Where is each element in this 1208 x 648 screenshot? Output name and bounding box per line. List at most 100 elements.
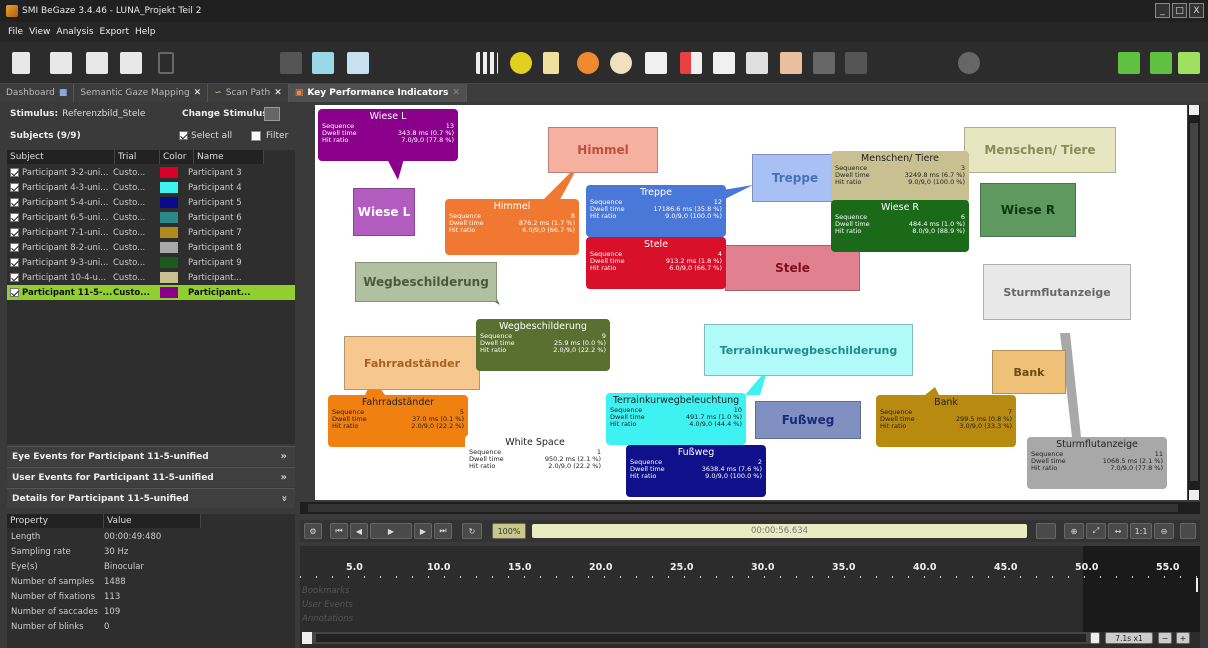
col-subject[interactable]: Subject xyxy=(7,150,115,164)
scroll-down-button[interactable] xyxy=(1189,490,1199,500)
grid-aoi-icon[interactable] xyxy=(713,52,735,74)
aoi-fahrradstaender[interactable]: Fahrradständer xyxy=(344,336,480,390)
kpi-box-terrain[interactable]: Terrainkurwegbeleuchtung Sequence 10 Dwell … xyxy=(606,393,746,445)
expand-icon[interactable]: » xyxy=(281,451,287,462)
aoi-bank[interactable]: Bank xyxy=(992,350,1066,394)
subject-row[interactable]: Participant 6-5-uni... Custo... Participan… xyxy=(7,210,295,225)
kpi-box-fahrrad[interactable]: Fahrradständer Sequence 5 Dwell time 37.0 ms… xyxy=(328,395,468,447)
camera-button[interactable] xyxy=(1036,523,1056,539)
details-section[interactable]: Details for Participant 11-5-unified» xyxy=(7,488,295,508)
scroll-up-button[interactable] xyxy=(1189,105,1199,115)
aoi-wiese-l[interactable]: Wiese L xyxy=(353,188,415,236)
eye-events-section[interactable]: Eye Events for Participant 11-5-unified» xyxy=(7,446,295,466)
subject-color-swatch[interactable] xyxy=(160,197,178,208)
menu-file[interactable]: File xyxy=(8,27,23,37)
kpi-box-fussweg[interactable]: Fußweg Sequence 2 Dwell time 3638.4 ms (7.6 … xyxy=(626,445,766,497)
col-trial[interactable]: Trial xyxy=(115,150,160,164)
save-icon[interactable] xyxy=(86,52,108,74)
tab-key-performance-indicators[interactable]: ▣ Key Performance Indicators ✕ xyxy=(288,84,467,102)
binning-chart-icon[interactable] xyxy=(780,52,802,74)
aoi-wegbeschilderung[interactable]: Wegbeschilderung xyxy=(355,262,497,302)
tab-scan-path[interactable]: ∽ Scan Path ✕ xyxy=(208,84,289,102)
book-icon[interactable] xyxy=(347,52,369,74)
subject-color-swatch[interactable] xyxy=(160,227,178,238)
subject-checkbox[interactable] xyxy=(10,213,19,222)
play-button[interactable]: ▶ xyxy=(370,523,412,539)
subject-checkbox[interactable] xyxy=(10,228,19,237)
grid-icon[interactable] xyxy=(476,52,498,74)
menu-analysis[interactable]: Analysis xyxy=(56,27,93,37)
close-tab-icon[interactable]: ✕ xyxy=(274,88,282,98)
kpi-box-himmel[interactable]: Himmel Sequence 8 Dwell time 876.2 ms (1.7 %… xyxy=(445,199,579,255)
close-button[interactable]: X xyxy=(1189,3,1204,18)
kpi-canvas[interactable]: Wiese L Himmel Treppe Menschen/ Tiere Wi… xyxy=(315,105,1187,500)
heatmap-icon[interactable] xyxy=(510,52,532,74)
aoi-sturmflutanzeige[interactable]: Sturmflutanzeige xyxy=(983,264,1131,320)
subject-color-swatch[interactable] xyxy=(160,212,178,223)
subject-row[interactable]: Participant 3-2-uni... Custo... Participan… xyxy=(7,165,295,180)
edit-stimulus-icon[interactable] xyxy=(312,52,334,74)
playhead-marker[interactable] xyxy=(1196,578,1198,592)
zoom-in-icon[interactable]: ⊕ xyxy=(1064,523,1084,539)
horizontal-scrollbar[interactable] xyxy=(300,502,1200,514)
close-tab-icon[interactable]: ✕ xyxy=(194,88,202,98)
user-events-section[interactable]: User Events for Participant 11-5-unified… xyxy=(7,467,295,487)
col-color[interactable]: Color xyxy=(160,150,194,164)
maximize-button[interactable]: □ xyxy=(1172,3,1187,18)
width-fit-icon[interactable]: ↔ xyxy=(1108,523,1128,539)
collapse-icon[interactable]: » xyxy=(278,495,289,501)
aoi-wiese-r[interactable]: Wiese R xyxy=(980,183,1076,237)
kpi-box-menschen[interactable]: Menschen/ Tiere Sequence 3 Dwell time 3249.8… xyxy=(831,151,969,203)
h-scroll-thumb[interactable] xyxy=(308,504,1178,512)
subject-color-swatch[interactable] xyxy=(160,167,178,178)
change-stimulus-grid-icon[interactable] xyxy=(264,107,280,121)
fit-icon[interactable]: ⤢ xyxy=(1086,523,1106,539)
minimize-button[interactable]: _ xyxy=(1155,3,1170,18)
kpi-box-stele[interactable]: Stele Sequence 4 Dwell time 913.2 ms (1.8 %)… xyxy=(586,237,726,289)
settings-gear-icon[interactable]: ⚙ xyxy=(304,523,322,539)
next-frame-button[interactable]: ▶ xyxy=(414,523,432,539)
col-name[interactable]: Name xyxy=(194,150,264,164)
kpi-box-wegbesch[interactable]: Wegbeschilderung Sequence 9 Dwell time 25.9 … xyxy=(476,319,610,371)
subject-color-swatch[interactable] xyxy=(160,257,178,268)
timeline-scroll-left[interactable] xyxy=(302,632,312,644)
kpi-icon[interactable] xyxy=(645,52,667,74)
aoi-treppe[interactable]: Treppe xyxy=(752,154,838,202)
aoi-editor-icon[interactable] xyxy=(680,52,702,74)
tab-semantic-gaze-mapping[interactable]: Semantic Gaze Mapping ✕ xyxy=(74,84,209,102)
kpi-box-wiese-r[interactable]: Wiese R Sequence 6 Dwell time 484.4 ms (1.0 … xyxy=(831,200,969,252)
subject-color-swatch[interactable] xyxy=(160,272,178,283)
aoi-himmel[interactable]: Himmel xyxy=(548,127,658,173)
next-icon[interactable] xyxy=(1178,52,1200,74)
subject-checkbox[interactable] xyxy=(10,288,19,297)
tab-dashboard[interactable]: Dashboard ■ xyxy=(0,84,75,102)
menu-help[interactable]: Help xyxy=(135,27,156,37)
kpi-box-sturm[interactable]: Sturmflutanzeige Sequence 11 Dwell time 1068… xyxy=(1027,437,1167,489)
subject-row[interactable]: Participant 5-4-uni... Custo... Participan… xyxy=(7,195,295,210)
subject-color-swatch[interactable] xyxy=(160,182,178,193)
scan-path-icon[interactable] xyxy=(543,52,559,74)
subject-color-swatch[interactable] xyxy=(160,242,178,253)
scroll-thumb[interactable] xyxy=(1190,123,1198,481)
sequence-chart-icon[interactable] xyxy=(746,52,768,74)
subject-row[interactable]: Participant 8-2-uni... Custo... Participan… xyxy=(7,240,295,255)
timeline-scale-select[interactable]: 7.1s x1 xyxy=(1105,632,1153,644)
timeline[interactable]: 5.0 10.0 15.0 20.0 25.0 30.0 35.0 40.0 45.0 50.0 5… xyxy=(300,546,1200,648)
new-file-icon[interactable] xyxy=(12,52,30,74)
focus-map-icon[interactable] xyxy=(610,52,632,74)
timeline-scroll-right[interactable] xyxy=(1090,632,1100,644)
subject-row[interactable]: Participant 4-3-uni... Custo... Participan… xyxy=(7,180,295,195)
kpi-box-treppe[interactable]: Treppe Sequence 12 Dwell time 17186.6 ms (35… xyxy=(586,185,726,237)
kpi-box-bank[interactable]: Bank Sequence 7 Dwell time 299.5 ms (0.8 %) H… xyxy=(876,395,1016,447)
close-tab-icon[interactable]: ✕ xyxy=(452,88,460,98)
open-file-icon[interactable] xyxy=(50,52,72,74)
expand-icon[interactable]: » xyxy=(281,472,287,483)
timeline-zoom-out-icon[interactable]: − xyxy=(1158,632,1172,644)
actual-size-button[interactable]: 1:1 xyxy=(1130,523,1152,539)
kpi-box-wiese-l[interactable]: Wiese L Sequence 13 Dwell time 343.8 ms (0.7… xyxy=(318,109,458,161)
export-txt-icon[interactable] xyxy=(1150,52,1172,74)
subject-checkbox[interactable] xyxy=(10,243,19,252)
subject-checkbox[interactable] xyxy=(10,198,19,207)
kpi-box-white[interactable]: White Space Sequence 1 Dwell time 950.2 ms (… xyxy=(465,435,605,487)
first-frame-button[interactable]: ⏮ xyxy=(330,523,348,539)
